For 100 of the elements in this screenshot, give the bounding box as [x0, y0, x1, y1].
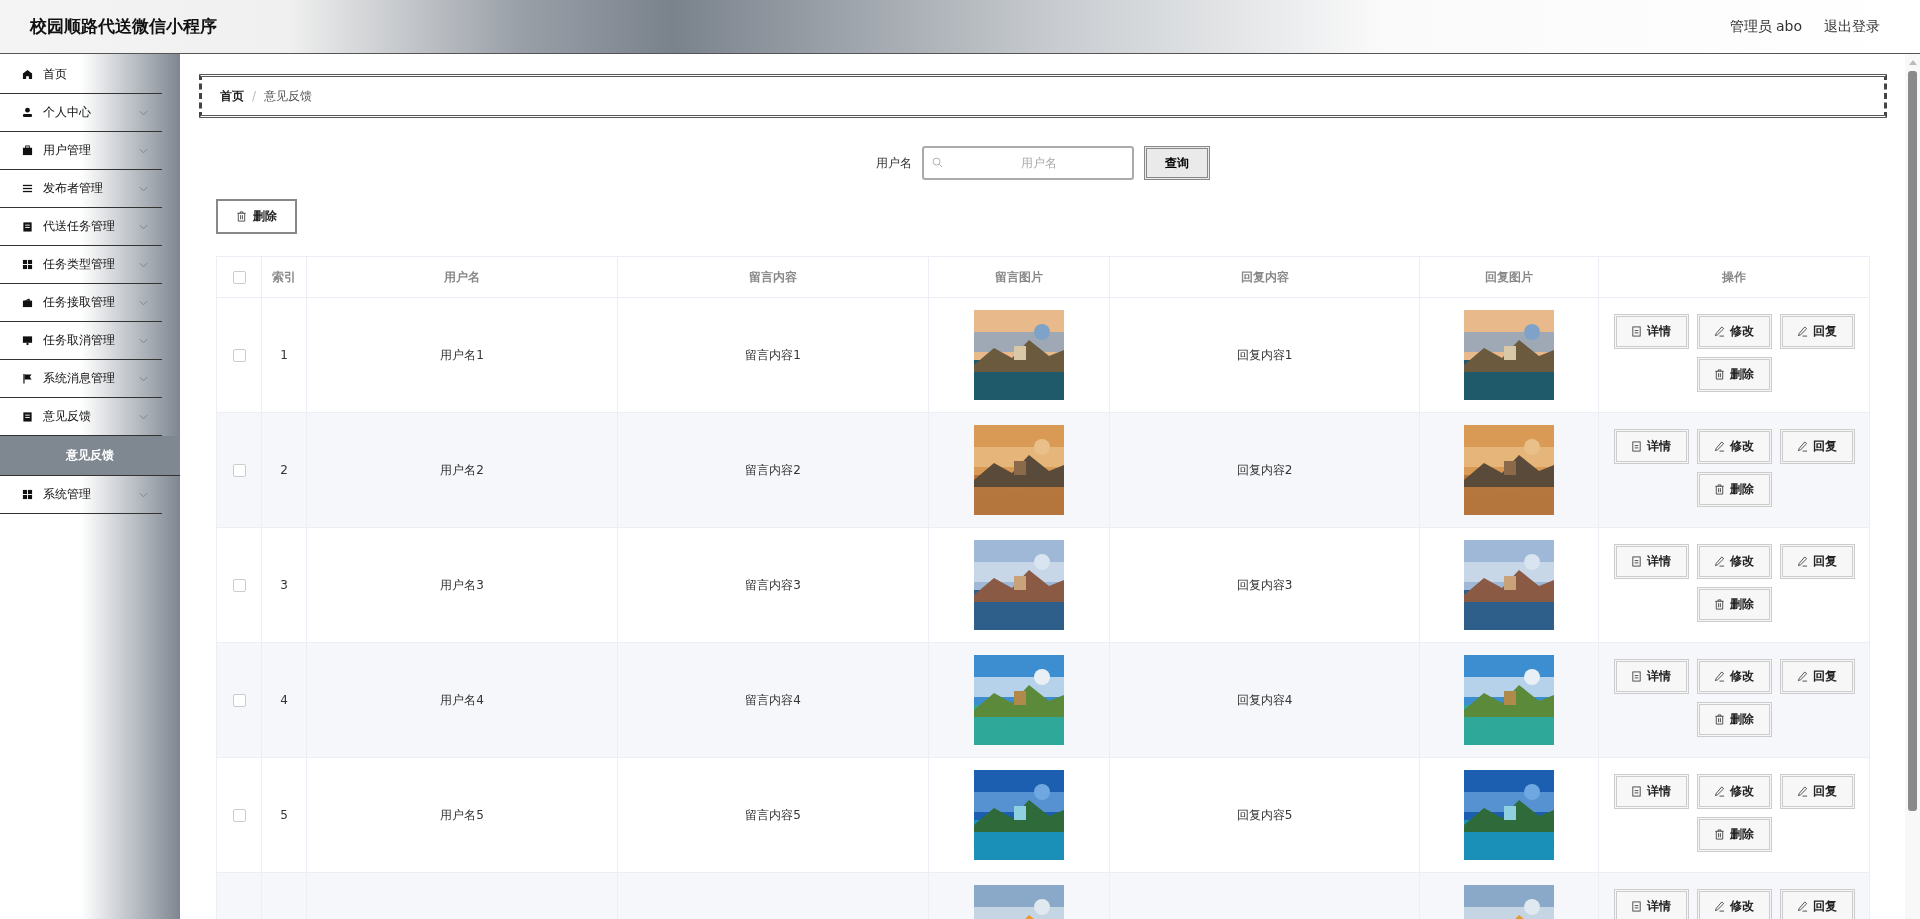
menu-item[interactable]: 发布者管理: [0, 170, 162, 208]
column-header: 操作: [1722, 268, 1746, 286]
breadcrumb-separator: /: [252, 89, 257, 103]
table-cell: 2: [280, 463, 288, 477]
table-cell: 回复内容2: [1236, 461, 1293, 479]
edit-button[interactable]: 修改: [1696, 659, 1772, 694]
grid-icon: [22, 259, 33, 270]
checkbox[interactable]: [232, 348, 246, 362]
scrollbar[interactable]: [1905, 54, 1920, 919]
column-header: 留言内容: [749, 268, 797, 286]
wallet-icon: [22, 297, 33, 308]
edit-button[interactable]: 修改: [1696, 429, 1772, 464]
trash-icon: [1714, 369, 1725, 380]
table-cell: 1: [280, 348, 288, 362]
column-header: 回复图片: [1485, 268, 1533, 286]
query-button[interactable]: 查询: [1144, 146, 1210, 180]
submenu-item[interactable]: 意见反馈: [0, 436, 180, 476]
column-header: 用户名: [444, 268, 480, 286]
menu-item[interactable]: 任务取消管理: [0, 322, 162, 360]
menu-item[interactable]: 任务类型管理: [0, 246, 162, 284]
details-button[interactable]: 详情: [1613, 889, 1689, 919]
pencil-icon: [1797, 671, 1808, 682]
edit-button[interactable]: 修改: [1696, 544, 1772, 579]
checkbox[interactable]: [232, 270, 246, 284]
delete-button[interactable]: 删除: [1696, 702, 1772, 737]
menu-item[interactable]: 首页: [0, 56, 162, 94]
details-button[interactable]: 详情: [1613, 314, 1689, 349]
trash-icon: [236, 211, 247, 222]
column-header: 回复内容: [1240, 268, 1289, 286]
table-cell: 用户名4: [440, 691, 484, 709]
chevron-icon: [139, 186, 148, 192]
edit-button[interactable]: 修改: [1696, 889, 1772, 919]
details-button[interactable]: 详情: [1613, 429, 1689, 464]
menu-item[interactable]: 系统管理: [0, 476, 162, 514]
pencil-icon: [1714, 901, 1725, 912]
edit-button[interactable]: 修改: [1696, 314, 1772, 349]
clipboard-icon: [22, 411, 33, 422]
admin-user-label: 管理员 abo: [1729, 17, 1802, 36]
chevron-icon: [139, 300, 148, 306]
pencil-icon: [1797, 556, 1808, 567]
delete-button[interactable]: 删除: [1696, 357, 1772, 392]
document-icon: [1631, 441, 1642, 452]
details-button[interactable]: 详情: [1613, 659, 1689, 694]
trash-icon: [1714, 829, 1725, 840]
reply-button[interactable]: 回复: [1779, 544, 1855, 579]
checkbox[interactable]: [232, 693, 246, 707]
reply-button[interactable]: 回复: [1779, 314, 1855, 349]
trash-icon: [1714, 714, 1725, 725]
table-cell: 用户名2: [440, 461, 484, 479]
menu-item[interactable]: 用户管理: [0, 132, 162, 170]
table-cell: 留言内容4: [745, 691, 801, 709]
reply-button[interactable]: 回复: [1779, 659, 1855, 694]
document-icon: [1631, 326, 1642, 337]
chevron-icon: [139, 492, 148, 498]
checkbox[interactable]: [232, 463, 246, 477]
details-button[interactable]: 详情: [1613, 774, 1689, 809]
search-field[interactable]: 用户名: [922, 146, 1134, 180]
scroll-up-icon[interactable]: [1908, 60, 1917, 65]
scrollbar-thumb[interactable]: [1908, 71, 1917, 811]
monitor-icon: [22, 335, 33, 346]
table-cell: 留言内容1: [745, 346, 801, 364]
breadcrumb-link[interactable]: 首页: [220, 87, 244, 105]
table-cell: 用户名1: [440, 346, 484, 364]
table-cell: 留言内容3: [745, 576, 801, 594]
pencil-icon: [1714, 556, 1725, 567]
pencil-icon: [1714, 671, 1725, 682]
reply-button[interactable]: 回复: [1779, 889, 1855, 919]
reply-button[interactable]: 回复: [1779, 429, 1855, 464]
search-icon: [932, 157, 943, 168]
delete-button[interactable]: 删除: [1696, 587, 1772, 622]
menu-item[interactable]: 任务接取管理: [0, 284, 162, 322]
chevron-icon: [139, 262, 148, 268]
reply-button[interactable]: 回复: [1779, 774, 1855, 809]
table-cell: 留言内容2: [745, 461, 801, 479]
chevron-icon: [139, 224, 148, 230]
delete-button[interactable]: 删除: [1696, 472, 1772, 507]
table-cell: 留言内容5: [745, 806, 801, 824]
document-icon: [1631, 671, 1642, 682]
pencil-icon: [1797, 786, 1808, 797]
details-button[interactable]: 详情: [1613, 544, 1689, 579]
checkbox[interactable]: [232, 578, 246, 592]
menu-item[interactable]: 代送任务管理: [0, 208, 162, 246]
menu-item[interactable]: 系统消息管理: [0, 360, 162, 398]
pencil-icon: [1714, 786, 1725, 797]
pencil-icon: [1714, 326, 1725, 337]
table-cell: 3: [280, 578, 288, 592]
column-header: 留言图片: [995, 268, 1043, 286]
briefcase-icon: [22, 145, 33, 156]
clipboard-icon: [22, 221, 33, 232]
delete-button[interactable]: 删除: [216, 199, 297, 234]
menu-item[interactable]: 个人中心: [0, 94, 162, 132]
table-cell: 用户名5: [440, 806, 484, 824]
breadcrumb-link[interactable]: 意见反馈: [264, 87, 313, 105]
table-cell: 回复内容5: [1236, 806, 1293, 824]
document-icon: [1631, 901, 1642, 912]
pencil-icon: [1714, 441, 1725, 452]
logout-link[interactable]: 退出登录: [1824, 17, 1880, 36]
edit-button[interactable]: 修改: [1696, 774, 1772, 809]
delete-button[interactable]: 删除: [1696, 817, 1772, 852]
checkbox[interactable]: [232, 808, 246, 822]
